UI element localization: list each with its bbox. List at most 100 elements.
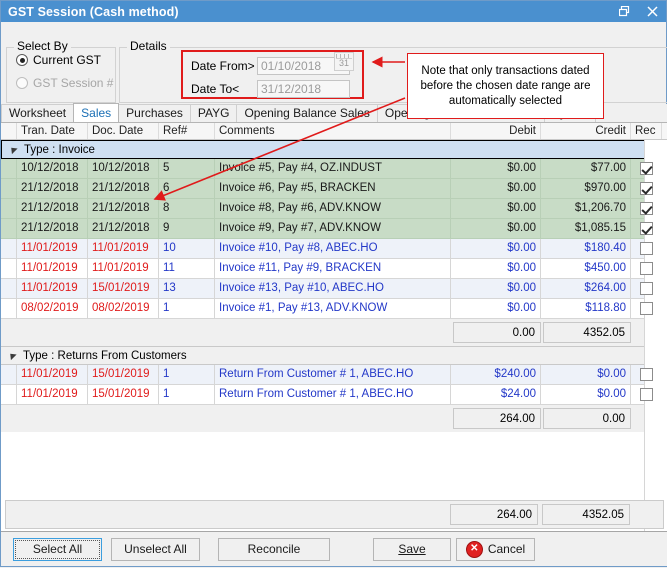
save-button-label: Save [398, 542, 426, 556]
rec-checkbox[interactable] [639, 222, 653, 235]
radio-current-gst[interactable]: Current GST [16, 53, 115, 67]
cancel-button-label: Cancel [487, 542, 526, 556]
date-from-label: Date From> [191, 59, 255, 73]
cell-tran-date: 08/02/2019 [17, 299, 88, 319]
column-header-comments[interactable]: Comments [215, 123, 451, 139]
cell-ref: 1 [159, 385, 215, 405]
grid-body: Type : Invoice 10/12/2018 10/12/2018 5 I… [1, 140, 667, 531]
cell-doc-date: 08/02/2019 [88, 299, 159, 319]
radio-current-gst-indicator[interactable] [16, 54, 28, 66]
cell-tran-date: 11/01/2019 [17, 259, 88, 279]
tab-worksheet[interactable]: Worksheet [1, 104, 75, 122]
cell-comments: Invoice #6, Pay #5, BRACKEN [215, 179, 451, 199]
cell-comments: Invoice #5, Pay #4, OZ.INDUST [215, 159, 451, 179]
save-button[interactable]: Save [373, 537, 451, 561]
rec-checkbox[interactable] [639, 368, 653, 381]
group-title-returns: Type : Returns From Customers [23, 349, 187, 362]
close-icon[interactable] [638, 1, 666, 22]
cell-credit: $77.00 [541, 159, 631, 179]
cell-debit: $0.00 [451, 239, 541, 259]
cancel-button[interactable]: ✕ Cancel [456, 537, 535, 561]
tab-purchases[interactable]: Purchases [118, 104, 191, 122]
column-header-doc-date[interactable]: Doc. Date [88, 123, 159, 139]
collapse-arrow-icon[interactable] [8, 144, 18, 155]
cell-debit: $0.00 [451, 199, 541, 219]
table-row[interactable]: 08/02/2019 08/02/2019 1 Invoice #1, Pay … [1, 299, 667, 319]
select-all-button[interactable]: Select All [13, 537, 102, 561]
date-to-input[interactable]: 31/12/2018 [257, 80, 350, 98]
table-row[interactable]: 10/12/2018 10/12/2018 5 Invoice #5, Pay … [1, 159, 667, 179]
rec-checkbox[interactable] [639, 302, 653, 315]
cell-doc-date: 11/01/2019 [88, 259, 159, 279]
top-panel: Select By Current GST GST Session # Deta… [1, 22, 667, 119]
cell-doc-date: 21/12/2018 [88, 199, 159, 219]
cancel-icon: ✕ [465, 540, 483, 558]
table-row[interactable]: 21/12/2018 21/12/2018 9 Invoice #9, Pay … [1, 219, 667, 239]
column-header-credit[interactable]: Credit [541, 123, 631, 139]
table-row[interactable]: 11/01/2019 11/01/2019 11 Invoice #11, Pa… [1, 259, 667, 279]
note-text: Note that only transactions dated before… [420, 64, 591, 107]
column-header-tran-date[interactable]: Tran. Date [17, 123, 88, 139]
rec-checkbox[interactable] [639, 202, 653, 215]
table-row[interactable]: 21/12/2018 21/12/2018 6 Invoice #6, Pay … [1, 179, 667, 199]
group-header-returns[interactable]: Type : Returns From Customers [1, 346, 667, 365]
grid-right-gutter [644, 140, 667, 531]
unselect-all-button[interactable]: Unselect All [111, 537, 200, 561]
cell-ref: 13 [159, 279, 215, 299]
cell-debit: $0.00 [451, 179, 541, 199]
table-row[interactable]: 11/01/2019 15/01/2019 1 Return From Cust… [1, 385, 667, 405]
cell-tran-date: 11/01/2019 [17, 239, 88, 259]
collapse-arrow-icon[interactable] [7, 350, 17, 361]
restore-icon[interactable] [610, 1, 638, 22]
tab-sales[interactable]: Sales [73, 103, 120, 122]
cell-ref: 10 [159, 239, 215, 259]
cell-tran-date: 21/12/2018 [17, 219, 88, 239]
grand-total-row: 264.00 4352.05 [5, 500, 664, 529]
date-to-row: Date To< 31/12/2018 [191, 79, 362, 99]
tab-payg[interactable]: PAYG [189, 104, 238, 122]
cell-doc-date: 15/01/2019 [88, 365, 159, 385]
rec-checkbox[interactable] [639, 162, 653, 175]
reconcile-button[interactable]: Reconcile [218, 537, 330, 561]
note-callout: Note that only transactions dated before… [407, 53, 604, 119]
cell-ref: 1 [159, 365, 215, 385]
tab-opening-balance-sales[interactable]: Opening Balance Sales [236, 104, 378, 122]
column-header-ref[interactable]: Ref# [159, 123, 215, 139]
window-title: GST Session (Cash method) [8, 4, 179, 19]
table-row[interactable]: 21/12/2018 21/12/2018 8 Invoice #8, Pay … [1, 199, 667, 219]
cell-tran-date: 11/01/2019 [17, 365, 88, 385]
radio-gst-session-label: GST Session # [33, 76, 114, 90]
cell-doc-date: 11/01/2019 [88, 239, 159, 259]
group-total-credit: 0.00 [543, 408, 631, 429]
table-row[interactable]: 11/01/2019 15/01/2019 13 Invoice #13, Pa… [1, 279, 667, 299]
radio-gst-session[interactable]: GST Session # [16, 76, 115, 90]
select-by-group: Select By Current GST GST Session # [6, 39, 116, 103]
cell-comments: Invoice #10, Pay #8, ABEC.HO [215, 239, 451, 259]
cell-credit: $118.80 [541, 299, 631, 319]
cell-ref: 6 [159, 179, 215, 199]
radio-gst-session-indicator[interactable] [16, 77, 28, 89]
group-header-invoice[interactable]: Type : Invoice [1, 140, 667, 159]
calendar-icon[interactable]: 31 [334, 52, 354, 71]
cell-credit: $1,206.70 [541, 199, 631, 219]
rec-checkbox[interactable] [639, 182, 653, 195]
column-header-rec[interactable]: Rec [631, 123, 662, 139]
rec-checkbox[interactable] [639, 388, 653, 401]
cell-doc-date: 10/12/2018 [88, 159, 159, 179]
details-caption: Details [127, 39, 170, 53]
rec-checkbox[interactable] [639, 262, 653, 275]
table-row[interactable]: 11/01/2019 15/01/2019 1 Return From Cust… [1, 365, 667, 385]
cell-tran-date: 21/12/2018 [17, 199, 88, 219]
cell-tran-date: 21/12/2018 [17, 179, 88, 199]
column-header-debit[interactable]: Debit [451, 123, 541, 139]
cell-tran-date: 11/01/2019 [17, 279, 88, 299]
cell-credit: $0.00 [541, 365, 631, 385]
table-row[interactable]: 11/01/2019 11/01/2019 10 Invoice #10, Pa… [1, 239, 667, 259]
column-header-indicator[interactable] [1, 123, 17, 139]
transactions-grid: Tran. Date Doc. Date Ref# Comments Debit… [1, 123, 667, 532]
rec-checkbox[interactable] [639, 242, 653, 255]
cell-credit: $450.00 [541, 259, 631, 279]
radio-current-gst-label: Current GST [33, 53, 102, 67]
rec-checkbox[interactable] [639, 282, 653, 295]
group-title-invoice: Type : Invoice [24, 143, 95, 156]
